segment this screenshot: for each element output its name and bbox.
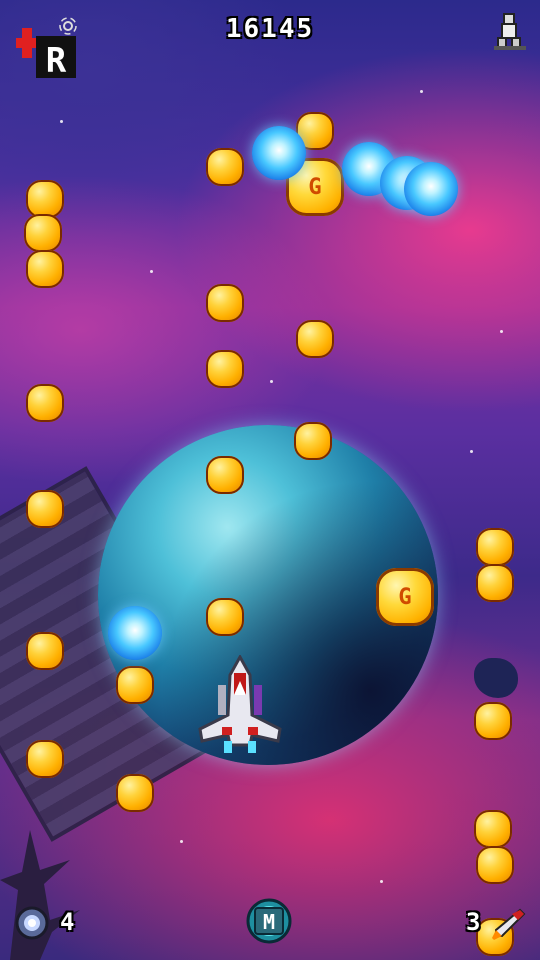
game-screen[interactable]: G G R 16145 4 M 3 — [0, 0, 540, 960]
gold-coin — [26, 632, 64, 670]
special-m-button[interactable]: M — [246, 898, 292, 944]
gold-coin — [116, 666, 154, 704]
asteroid — [474, 658, 518, 698]
gold-coin — [116, 774, 154, 812]
gold-coin — [206, 598, 244, 636]
missile-icon[interactable] — [490, 906, 526, 942]
gold-coin — [206, 456, 244, 494]
gold-coin — [476, 528, 514, 566]
gold-coin — [206, 148, 244, 186]
gold-coin — [476, 564, 514, 602]
coin-label: G — [398, 584, 412, 610]
star — [380, 880, 383, 883]
star — [500, 330, 503, 333]
gold-coin — [26, 740, 64, 778]
blue-gem — [108, 606, 162, 660]
missile-count: 3 — [466, 908, 481, 936]
gold-coin — [474, 810, 512, 848]
m-button-label: M — [263, 910, 275, 934]
blue-gem — [252, 126, 306, 180]
gold-coin — [24, 214, 62, 252]
gold-g-coin: G — [376, 568, 434, 626]
bomb-count: 4 — [60, 908, 75, 936]
gold-coin — [294, 422, 332, 460]
gold-coin — [26, 384, 64, 422]
player-ship[interactable] — [198, 655, 282, 755]
coin-label: G — [308, 174, 322, 200]
gold-coin — [26, 490, 64, 528]
gold-coin — [296, 320, 334, 358]
bomb-icon[interactable] — [14, 905, 50, 941]
logo-letter: R — [46, 41, 67, 80]
gold-coin — [206, 350, 244, 388]
gold-coin — [26, 250, 64, 288]
star — [150, 270, 153, 273]
gold-coin — [26, 180, 64, 218]
star — [270, 380, 273, 383]
star — [420, 90, 423, 93]
score: 16145 — [225, 14, 315, 44]
pilot-icon[interactable] — [492, 12, 528, 52]
star — [180, 840, 183, 843]
blue-gem — [404, 162, 458, 216]
star — [470, 450, 473, 453]
gold-coin — [206, 284, 244, 322]
star — [60, 120, 63, 123]
gold-coin — [474, 702, 512, 740]
gold-coin — [476, 846, 514, 884]
